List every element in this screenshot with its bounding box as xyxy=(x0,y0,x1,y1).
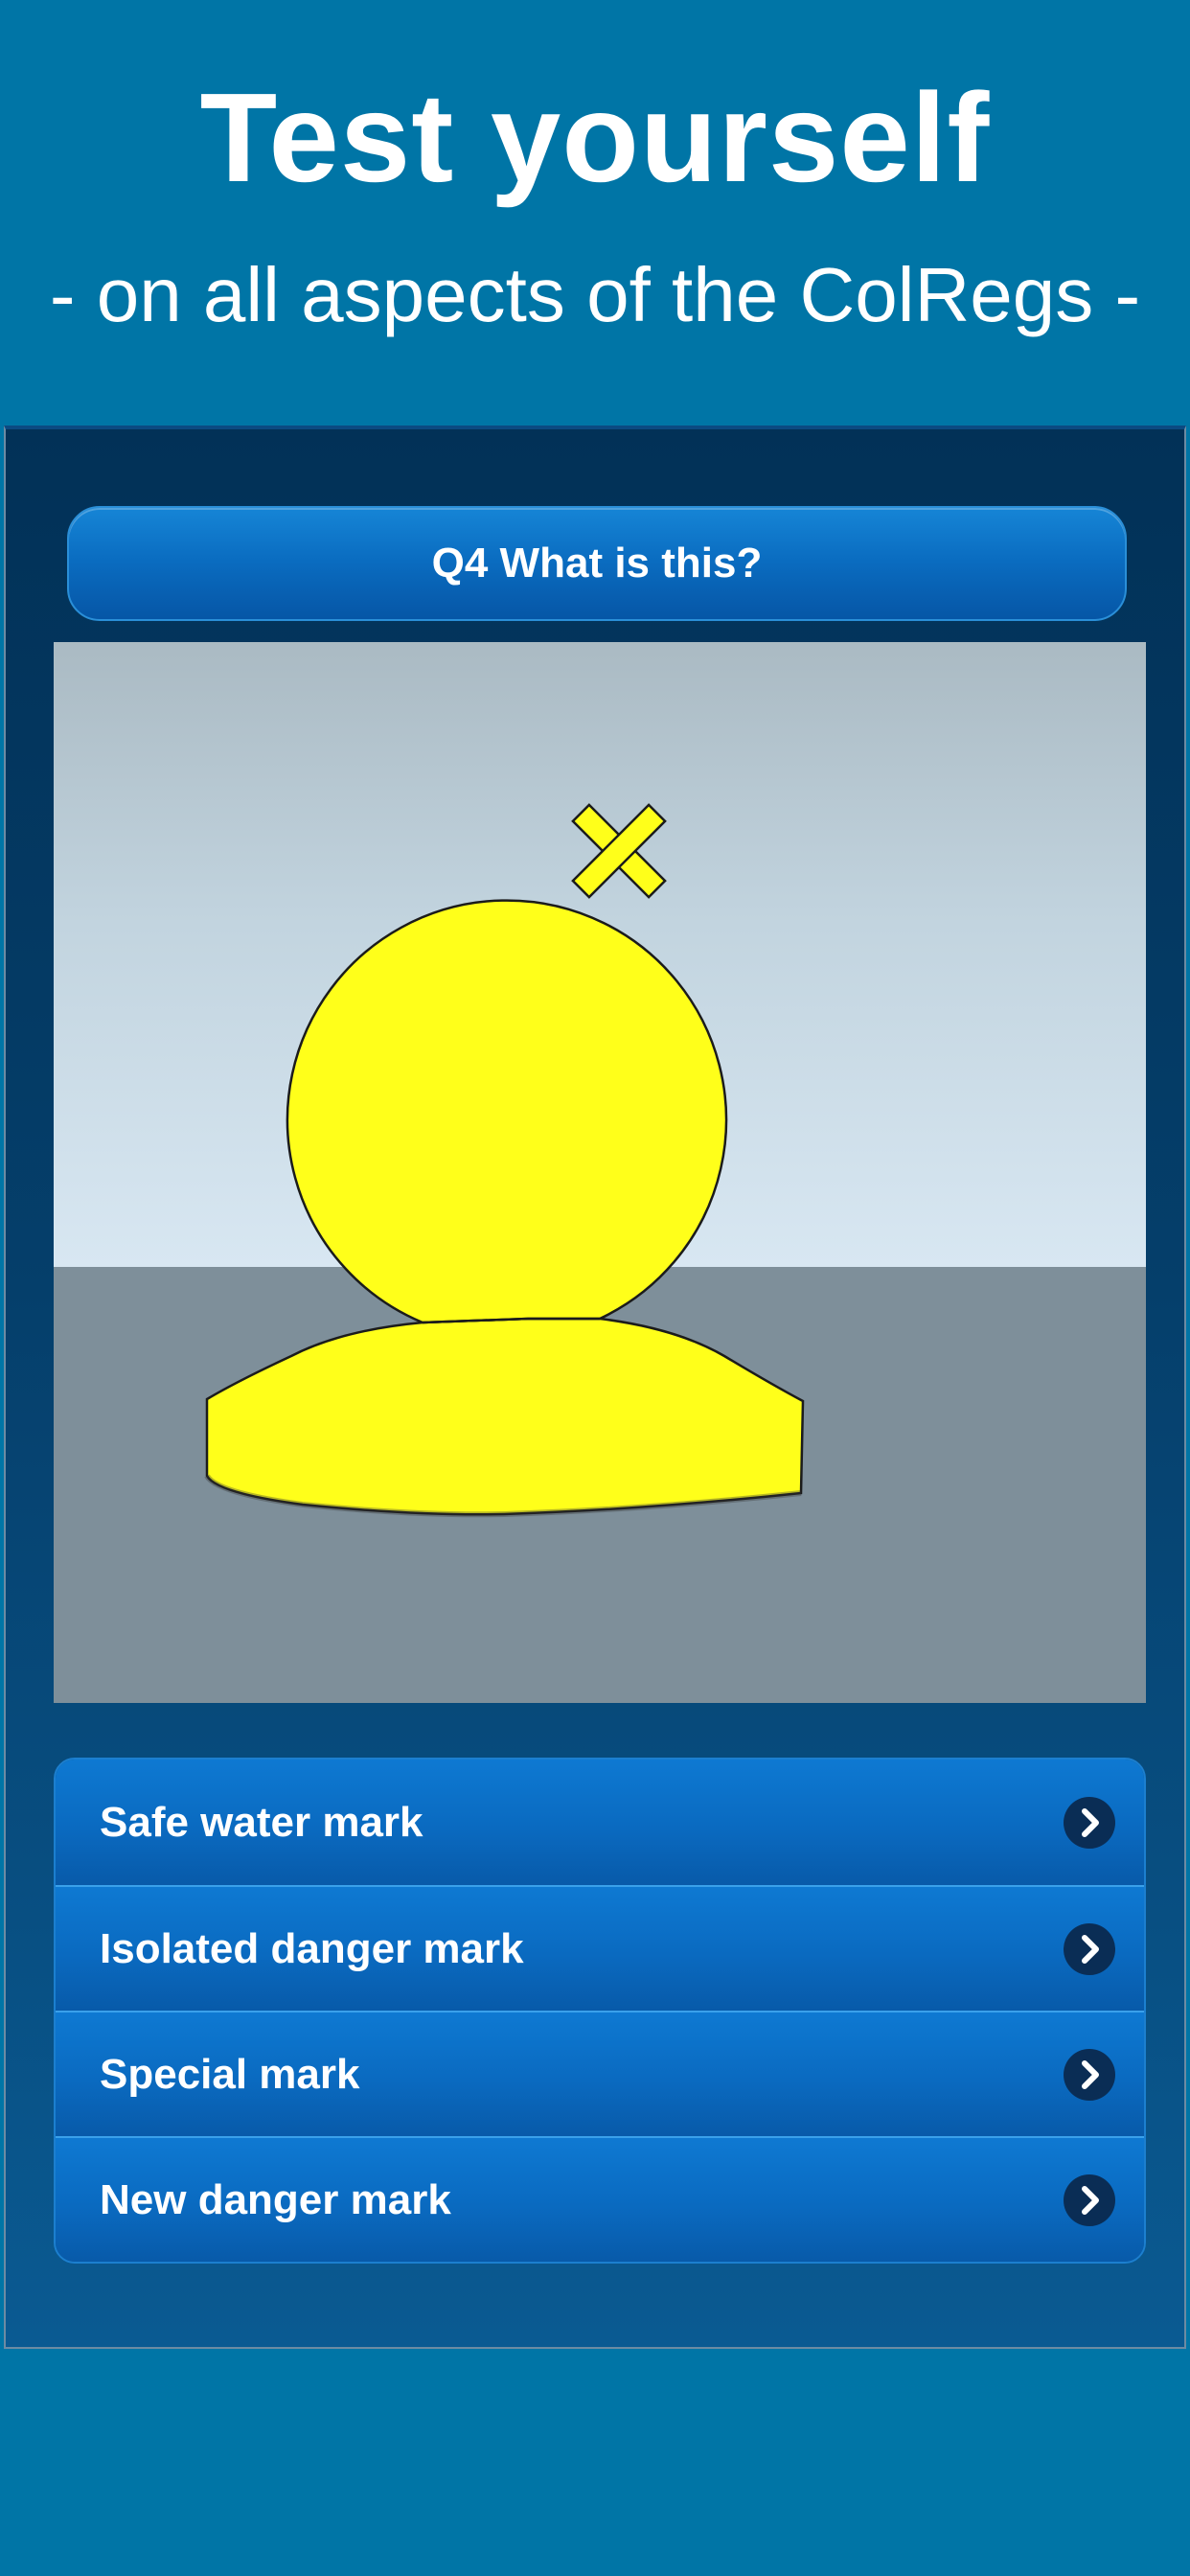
answer-option[interactable]: Safe water mark xyxy=(56,1760,1144,1885)
chevron-right-icon xyxy=(1064,2048,1115,2101)
question-header: Q4 What is this? xyxy=(67,506,1127,621)
promo-subtitle: - on all aspects of the ColRegs - xyxy=(49,252,1141,337)
chevron-right-icon xyxy=(1064,1922,1115,1975)
app-screen: Q4 What is this? Safe water mark Isolate… xyxy=(4,426,1186,2349)
answer-label: Isolated danger mark xyxy=(100,1924,524,1972)
answer-label: Safe water mark xyxy=(100,1798,423,1846)
answer-option[interactable]: Isolated danger mark xyxy=(56,1885,1144,2011)
promo-title: Test yourself xyxy=(199,67,991,208)
answer-label: Special mark xyxy=(100,2050,360,2098)
chevron-right-icon xyxy=(1064,1796,1115,1849)
answer-option[interactable]: New danger mark xyxy=(56,2136,1144,2262)
question-text: Q4 What is this? xyxy=(431,540,763,586)
chevron-right-icon xyxy=(1064,2174,1115,2226)
answer-list: Safe water mark Isolated danger mark Spe… xyxy=(54,1758,1146,2264)
answer-label: New danger mark xyxy=(100,2175,451,2223)
answer-option[interactable]: Special mark xyxy=(56,2011,1144,2136)
question-image xyxy=(54,642,1146,1703)
